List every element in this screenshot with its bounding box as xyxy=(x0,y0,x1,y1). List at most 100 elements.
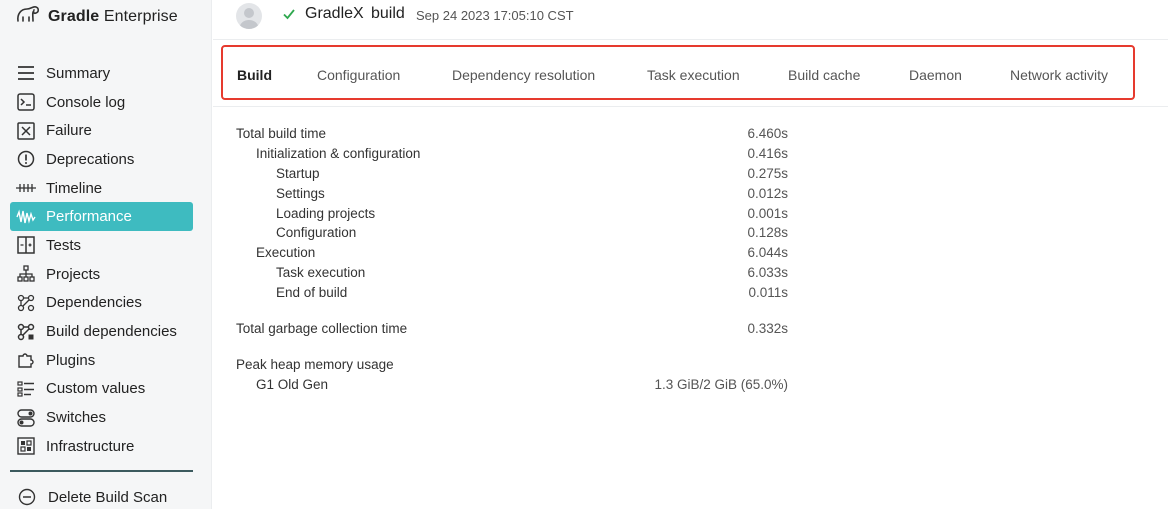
sidebar-item-label: Switches xyxy=(46,409,107,427)
sidebar-item-switches[interactable]: Switches xyxy=(10,403,193,432)
row-value: 0.332s xyxy=(747,321,788,337)
switches-icon xyxy=(16,408,36,428)
table-row: End of build 0.011s xyxy=(236,283,796,303)
sidebar-item-label: Summary xyxy=(46,64,111,82)
project-name[interactable]: GradleX xyxy=(305,5,364,23)
requested-task: build xyxy=(371,5,405,22)
infrastructure-icon xyxy=(16,436,36,456)
row-label: Settings xyxy=(276,185,325,201)
terminal-icon xyxy=(16,92,36,112)
sidebar-item-deprecations[interactable]: Deprecations xyxy=(10,145,193,174)
sidebar-item-label: Failure xyxy=(46,122,92,140)
tab-build[interactable]: Build xyxy=(237,67,272,83)
row-value: 0.012s xyxy=(747,185,788,201)
table-row: Settings 0.012s xyxy=(236,184,796,204)
sidebar-item-label: Custom values xyxy=(46,380,146,398)
warning-icon xyxy=(16,149,36,169)
table-row: Execution 6.044s xyxy=(236,243,796,263)
row-label: Loading projects xyxy=(276,205,376,221)
row-value: 0.128s xyxy=(747,225,788,241)
row-label: Total build time xyxy=(236,126,327,141)
table-row: Total build time 6.460s xyxy=(236,124,796,144)
row-label: Task execution xyxy=(276,265,366,281)
tab-task-execution[interactable]: Task execution xyxy=(647,67,740,83)
row-value: 0.416s xyxy=(747,145,788,161)
sidebar-item-label: Projects xyxy=(46,265,101,283)
dependencies-icon xyxy=(16,293,36,313)
row-value: 1.3 GiB/2 GiB (65.0%) xyxy=(654,376,788,392)
sidebar-item-label: Timeline xyxy=(46,179,103,197)
delete-build-scan-label: Delete Build Scan xyxy=(48,488,168,506)
sidebar-item-label: Deprecations xyxy=(46,150,135,168)
build-performance-table: Total build time 6.460s Initialization &… xyxy=(236,124,796,395)
elephant-logo-icon xyxy=(14,4,42,31)
build-timestamp: Sep 24 2023 17:05:10 CST xyxy=(416,8,574,23)
sidebar-item-label: Infrastructure xyxy=(46,437,135,455)
table-row: Initialization & configuration 0.416s xyxy=(236,144,796,164)
table-row: Task execution 6.033s xyxy=(236,263,796,283)
success-check-icon xyxy=(282,7,296,26)
tests-icon xyxy=(16,235,36,255)
sidebar: Gradle Enterprise Summary Console log Fa… xyxy=(0,0,212,509)
sidebar-nav: Summary Console log Failure Deprecations… xyxy=(10,59,193,461)
sidebar-item-custom-values[interactable]: Custom values xyxy=(10,375,193,404)
sidebar-item-dependencies[interactable]: Dependencies xyxy=(10,289,193,318)
sidebar-divider xyxy=(10,470,193,472)
row-label: Initialization & configuration xyxy=(256,145,421,161)
sidebar-item-timeline[interactable]: Timeline xyxy=(10,174,193,203)
tab-configuration[interactable]: Configuration xyxy=(317,67,400,83)
tab-build-cache[interactable]: Build cache xyxy=(788,67,860,83)
custom-values-icon xyxy=(16,379,36,399)
sidebar-item-label: Console log xyxy=(46,93,126,111)
sidebar-item-label: Dependencies xyxy=(46,294,142,312)
row-label: Configuration xyxy=(276,225,357,241)
row-label: Total garbage collection time xyxy=(236,321,408,337)
performance-tabs: Build Configuration Dependency resolutio… xyxy=(221,45,1135,100)
projects-icon xyxy=(16,264,36,284)
minus-circle-icon xyxy=(18,488,36,506)
performance-tabbar: Build Configuration Dependency resolutio… xyxy=(213,40,1168,107)
table-row: Loading projects 0.001s xyxy=(236,204,796,224)
failure-icon xyxy=(16,121,36,141)
timeline-icon xyxy=(16,178,36,198)
tab-network-activity[interactable]: Network activity xyxy=(1010,67,1108,83)
sidebar-item-label: Build dependencies xyxy=(46,323,177,341)
list-icon xyxy=(16,63,36,83)
sidebar-item-label: Tests xyxy=(46,236,82,254)
row-value: 0.011s xyxy=(748,285,788,301)
row-label: Execution xyxy=(256,245,316,261)
row-label: Startup xyxy=(276,165,320,181)
avatar[interactable] xyxy=(236,3,262,29)
sidebar-item-tests[interactable]: Tests xyxy=(10,231,193,260)
sidebar-item-infrastructure[interactable]: Infrastructure xyxy=(10,432,193,461)
build-header: GradleX build Sep 24 2023 17:05:10 CST xyxy=(213,0,1168,40)
tab-daemon[interactable]: Daemon xyxy=(909,67,962,83)
table-row: Startup 0.275s xyxy=(236,164,796,184)
row-label: End of build xyxy=(276,285,348,301)
delete-build-scan-button[interactable]: Delete Build Scan xyxy=(10,483,167,511)
brand-name: Gradle Enterprise xyxy=(48,8,178,25)
sidebar-item-failure[interactable]: Failure xyxy=(10,116,193,145)
brand[interactable]: Gradle Enterprise xyxy=(14,4,178,30)
row-value: 0.275s xyxy=(747,165,788,181)
sidebar-item-label: Performance xyxy=(46,208,132,226)
row-label: Peak heap memory usage xyxy=(236,356,394,372)
plugin-icon xyxy=(16,350,36,370)
sidebar-item-build-dependencies[interactable]: Build dependencies xyxy=(10,317,193,346)
row-value: 6.460s xyxy=(747,126,788,141)
sidebar-item-projects[interactable]: Projects xyxy=(10,260,193,289)
table-row: G1 Old Gen 1.3 GiB/2 GiB (65.0%) xyxy=(236,375,796,395)
sidebar-item-performance[interactable]: Performance xyxy=(10,202,193,232)
performance-icon xyxy=(16,207,36,227)
sidebar-item-plugins[interactable]: Plugins xyxy=(10,346,193,375)
table-row: Configuration 0.128s xyxy=(236,223,796,243)
sidebar-item-summary[interactable]: Summary xyxy=(10,59,193,88)
sidebar-item-console-log[interactable]: Console log xyxy=(10,88,193,117)
row-value: 6.033s xyxy=(747,265,788,281)
tab-dependency-resolution[interactable]: Dependency resolution xyxy=(452,67,595,83)
build-dependencies-icon xyxy=(16,322,36,342)
row-label: G1 Old Gen xyxy=(256,376,329,392)
table-row: Total garbage collection time 0.332s xyxy=(236,319,796,339)
